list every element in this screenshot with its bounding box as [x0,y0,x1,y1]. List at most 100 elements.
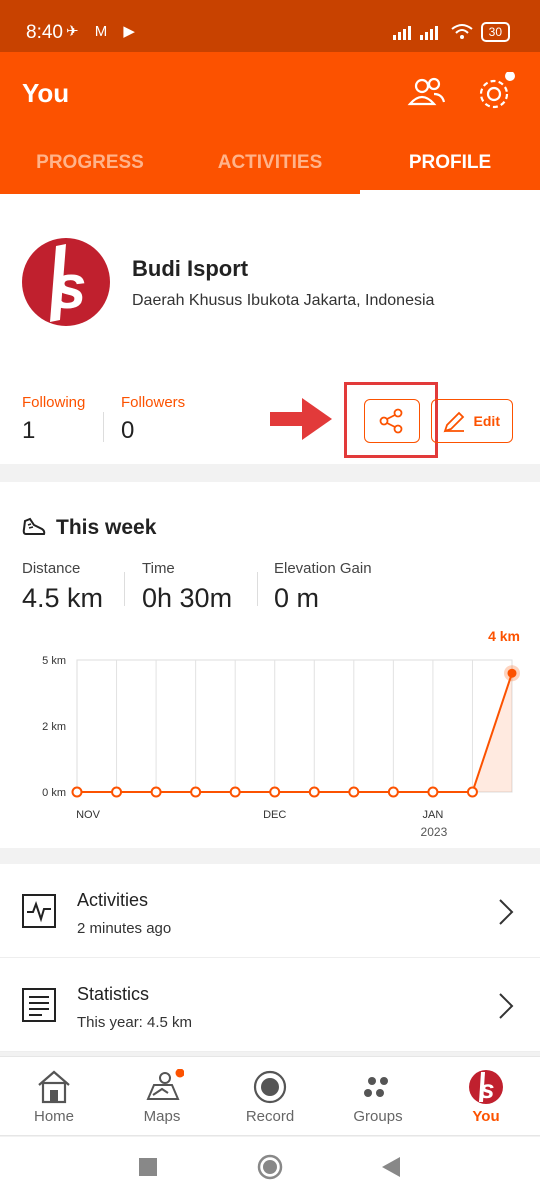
divider [124,572,125,606]
find-friends-icon[interactable] [406,72,448,114]
chart-point [269,786,281,798]
x-tick-label: NOV [76,809,101,821]
y-tick-label: 5 km [42,655,66,667]
chevron-right-icon [499,993,514,1019]
chart-frame [76,659,513,793]
settings-gear-icon[interactable] [474,72,516,114]
chevron-right-icon [499,899,514,925]
nav-you-label: You [472,1108,500,1125]
tab-progress[interactable]: PROGRESS [0,144,180,194]
nav-maps[interactable]: Maps [108,1057,216,1135]
chart-point [71,786,83,798]
home-circle-icon[interactable] [257,1154,283,1180]
back-triangle-icon[interactable] [382,1157,400,1177]
distance-stat: Distance 4.5 km [22,560,103,614]
chart-point [229,786,241,798]
this-week-header: This week [22,516,156,540]
elevation-value: 0 m [274,583,320,613]
time-label: Time [142,560,175,577]
followers-count: 0 [121,417,135,444]
recents-square-icon[interactable] [139,1158,157,1176]
y-tick-label: 0 km [42,787,66,799]
share-button[interactable] [364,399,420,443]
chart-point [308,786,320,798]
signal-icon [392,26,438,40]
time-value: 0h 30m [142,583,233,613]
groups-icon [364,1077,388,1097]
shoe-icon [22,517,46,535]
record-icon [253,1070,287,1104]
pencil-icon [443,411,465,433]
divider [257,572,258,606]
home-icon [38,1070,70,1104]
tab-profile[interactable]: PROFILE [360,144,540,194]
profile-location: Daerah Khusus Ibukota Jakarta, Indonesia [132,292,435,309]
chart-point [150,786,162,798]
distance-label: Distance [22,560,81,577]
status-time: 8:40 [26,22,63,43]
battery-indicator: 30 [480,22,510,42]
nav-home-label: Home [33,1108,74,1125]
chart-point [507,668,517,678]
elevation-label: Elevation Gain [274,560,372,577]
statistics-row-title: Statistics [77,984,150,1004]
nav-record[interactable]: Record [216,1057,324,1135]
profile-card: s Budi Isport Daerah Khusus Ibukota Jaka… [0,194,540,464]
status-right-icons: 30 [392,22,510,42]
status-bar: 8:40 ✈ M ▶ 30 [0,0,540,52]
profile-name: Budi Isport [132,256,249,281]
following-count: 1 [22,417,36,444]
wifi-icon [451,24,473,39]
elevation-stat: Elevation Gain 0 m [274,560,372,614]
nav-record-label: Record [245,1108,295,1125]
nav-groups-label: Groups [353,1108,403,1125]
nav-groups[interactable]: Groups [324,1057,432,1135]
profile-avatar[interactable]: s [22,238,110,326]
time-stat: Time 0h 30m [142,560,232,614]
nav-home[interactable]: Home [0,1057,108,1135]
system-navigation-bar [0,1137,540,1200]
page-title: You [22,78,70,108]
app-bar: You PROGRESS ACTIVITIES PROFILE [0,52,540,194]
divider [103,412,104,442]
activities-row-subtitle: 2 minutes ago [77,920,172,937]
chart-point [348,786,360,798]
followers-label: Followers [121,394,186,411]
x-tick-label: DEC [263,809,286,821]
chart-point [466,786,478,798]
chart-line [77,672,513,793]
tab-activities[interactable]: ACTIVITIES [180,144,360,194]
nav-maps-label: Maps [143,1108,181,1125]
chart-point [427,786,439,798]
you-avatar-icon: s [469,1070,503,1104]
statistics-row-subtitle: This year: 4.5 km [77,1014,193,1031]
nav-you[interactable]: s You [432,1057,540,1135]
share-icon [379,408,403,434]
y-tick-label: 2 km [42,721,66,733]
chart-point [190,786,202,798]
this-week-card[interactable]: This week Distance 4.5 km Time 0h 30m El… [0,482,540,848]
following-label: Following [22,394,86,411]
chart-point [387,786,399,798]
statistics-row[interactable]: Statistics This year: 4.5 km [0,958,540,1052]
edit-profile-button[interactable]: Edit [431,399,513,443]
x-tick-label: JAN [423,809,444,821]
activities-row-title: Activities [77,890,149,910]
profile-tabs: PROGRESS ACTIVITIES PROFILE [0,144,540,194]
distance-value: 4.5 km [22,583,104,613]
bottom-navigation: Home Maps Record Groups s You [0,1056,540,1136]
followers-stat[interactable]: Followers 0 [121,394,185,445]
edit-label: Edit [473,413,500,429]
x-sub-label: 2023 [421,825,448,839]
weekly-distance-chart[interactable]: 0 km 2 km 5 km NOV DEC JAN 2023 4 km [0,622,540,848]
activity-chart-icon [22,894,56,928]
red-arrow-annotation [270,398,332,440]
chart-point [111,786,123,798]
highlight-value-label: 4 km [488,628,520,644]
following-stat[interactable]: Following 1 [22,394,85,445]
notification-icons: ✈ M ▶ [66,23,141,40]
this-week-title: This week [56,516,157,539]
activities-row[interactable]: Activities 2 minutes ago [0,864,540,958]
statistics-icon [22,988,56,1022]
maps-icon [146,1069,184,1100]
